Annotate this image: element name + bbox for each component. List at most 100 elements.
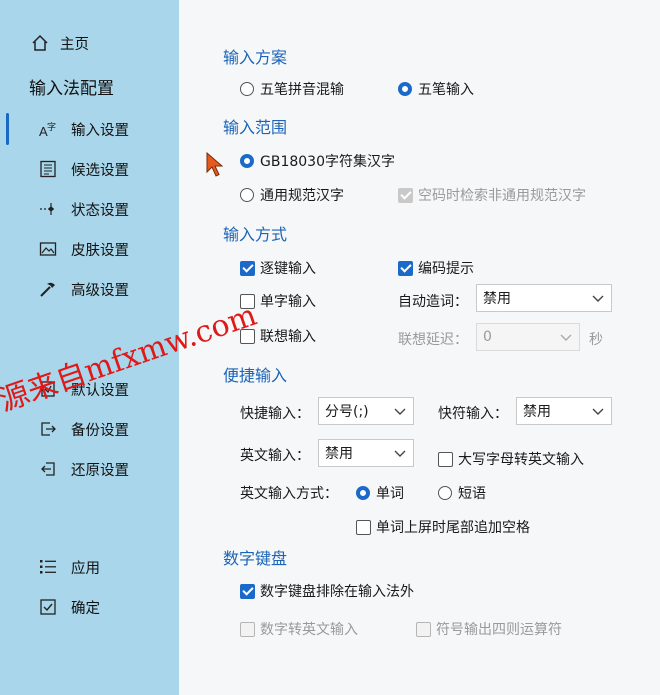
checkbox-zhujian[interactable]: 逐键输入	[240, 258, 316, 278]
checkbox-lianxiang[interactable]: 联想输入	[240, 326, 316, 346]
quick-input-dropdown[interactable]: 分号(;)	[318, 397, 414, 425]
fast-symbol-label: 快符输入：	[438, 406, 508, 422]
radio-label: GB18030字符集汉字	[260, 154, 395, 170]
dropdown-value: 分号(;)	[325, 404, 369, 420]
sidebar-item-state[interactable]: 状态设置	[0, 191, 179, 227]
radio-label: 短语	[458, 486, 486, 502]
radio-mode-phrase[interactable]: 短语	[438, 483, 486, 503]
checkbox-numpad-exclude[interactable]: 数字键盘排除在输入法外	[240, 581, 414, 601]
radio-circle	[240, 188, 254, 202]
checkbox-append-space[interactable]: 单词上屏时尾部追加空格	[356, 517, 530, 537]
checkbox-danzi[interactable]: 单字输入	[240, 291, 316, 311]
sidebar: 主页 输入法配置 A字 输入设置 候选设置 状态设置 皮肤设置 高级设置 默认设…	[0, 0, 179, 695]
svg-text:字: 字	[47, 121, 56, 133]
sidebar-item-skin[interactable]: 皮肤设置	[0, 231, 179, 267]
sidebar-item-home[interactable]: 主页	[0, 25, 179, 61]
english-mode-label: 英文输入方式：	[240, 486, 338, 502]
mouse-cursor-icon	[206, 152, 224, 177]
chevron-down-icon	[394, 408, 406, 415]
english-input-label: 英文输入：	[240, 448, 310, 464]
checkbox-bianma[interactable]: 编码提示	[398, 258, 474, 278]
dropdown-value: 0	[483, 329, 492, 345]
checkbox-arith-symbols[interactable]: 符号输出四则运算符	[416, 619, 562, 639]
radio-circle	[356, 486, 370, 500]
radio-scheme-mixed[interactable]: 五笔拼音混输	[240, 79, 344, 99]
radio-range-gb18030[interactable]: GB18030字符集汉字	[240, 151, 395, 171]
candidate-icon	[38, 159, 58, 179]
sidebar-item-label: 主页	[60, 36, 89, 53]
radio-scheme-wubi[interactable]: 五笔输入	[398, 79, 474, 99]
checkbox-label: 联想输入	[260, 329, 316, 345]
chevron-down-icon	[592, 295, 604, 302]
checkbox-box	[398, 187, 413, 203]
section-title-method: 输入方式	[223, 225, 288, 244]
checkbox-box	[240, 583, 255, 599]
radio-circle	[438, 486, 452, 500]
radio-label: 五笔输入	[418, 82, 474, 98]
radio-circle	[240, 82, 254, 96]
section-title-numpad: 数字键盘	[223, 549, 288, 568]
checkbox-num-to-english[interactable]: 数字转英文输入	[240, 619, 358, 639]
sidebar-item-label: 状态设置	[71, 202, 129, 219]
sidebar-item-advanced[interactable]: 高级设置	[0, 271, 179, 307]
apply-button[interactable]: 应用	[0, 549, 179, 585]
radio-range-common[interactable]: 通用规范汉字	[240, 185, 344, 205]
checkbox-label: 逐键输入	[260, 261, 316, 277]
sidebar-item-input[interactable]: A字 输入设置	[0, 111, 179, 147]
sidebar-item-default[interactable]: 默认设置	[0, 371, 179, 407]
sidebar-item-label: 备份设置	[71, 422, 129, 439]
checkbox-empty-code-search[interactable]: 空码时检索非通用规范汉字	[398, 185, 586, 205]
default-icon	[38, 379, 58, 399]
chevron-down-icon	[560, 334, 572, 341]
input-icon: A字	[38, 119, 58, 139]
dropdown-value: 禁用	[523, 404, 551, 420]
settings-panel: 输入方案 五笔拼音混输 五笔输入 输入范围 GB18030字符集汉字 通用规范汉…	[179, 0, 660, 695]
sidebar-item-label: 候选设置	[71, 162, 129, 179]
checkbox-label: 数字键盘排除在输入法外	[260, 584, 414, 600]
dropdown-value: 禁用	[483, 291, 511, 307]
radio-circle	[240, 154, 254, 168]
dropdown-value: 禁用	[325, 446, 353, 462]
sidebar-item-restore[interactable]: 还原设置	[0, 451, 179, 487]
checkbox-label: 单词上屏时尾部追加空格	[376, 520, 530, 536]
sidebar-item-backup[interactable]: 备份设置	[0, 411, 179, 447]
assoc-delay-label: 联想延迟：	[398, 332, 468, 348]
sidebar-item-label: 默认设置	[71, 382, 129, 399]
skin-icon	[38, 239, 58, 259]
ok-button[interactable]: 确定	[0, 589, 179, 625]
chevron-down-icon	[592, 408, 604, 415]
section-title-scheme: 输入方案	[223, 48, 288, 67]
auto-word-label: 自动造词：	[398, 294, 468, 310]
sidebar-item-label: 高级设置	[71, 282, 129, 299]
auto-word-dropdown[interactable]: 禁用	[476, 284, 612, 312]
checkbox-label: 单字输入	[260, 294, 316, 310]
checkbox-box	[356, 519, 371, 535]
checkbox-box	[240, 328, 255, 344]
sidebar-item-candidate[interactable]: 候选设置	[0, 151, 179, 187]
assoc-delay-dropdown[interactable]: 0	[476, 323, 580, 351]
checkbox-box	[416, 621, 431, 637]
checkbox-caps-english[interactable]: 大写字母转英文输入	[438, 449, 584, 469]
checkbox-label: 符号输出四则运算符	[436, 622, 562, 638]
english-input-dropdown[interactable]: 禁用	[318, 439, 414, 467]
section-title-quick: 便捷输入	[223, 366, 288, 385]
checkbox-label: 大写字母转英文输入	[458, 452, 584, 468]
checkbox-box	[240, 293, 255, 309]
advanced-icon	[38, 279, 58, 299]
ok-label: 确定	[71, 600, 100, 617]
fast-symbol-dropdown[interactable]: 禁用	[516, 397, 612, 425]
radio-mode-word[interactable]: 单词	[356, 483, 404, 503]
radio-label: 通用规范汉字	[260, 188, 344, 204]
checkbox-label: 编码提示	[418, 261, 474, 277]
home-icon	[30, 33, 50, 53]
assoc-delay-unit: 秒	[589, 332, 603, 348]
section-title-range: 输入范围	[223, 118, 288, 137]
ok-icon	[38, 597, 58, 617]
checkbox-box	[240, 260, 255, 276]
checkbox-box	[398, 260, 413, 276]
checkbox-box	[240, 621, 255, 637]
chevron-down-icon	[394, 450, 406, 457]
state-icon	[38, 199, 58, 219]
apply-icon	[38, 557, 58, 577]
checkbox-label: 空码时检索非通用规范汉字	[418, 188, 586, 204]
